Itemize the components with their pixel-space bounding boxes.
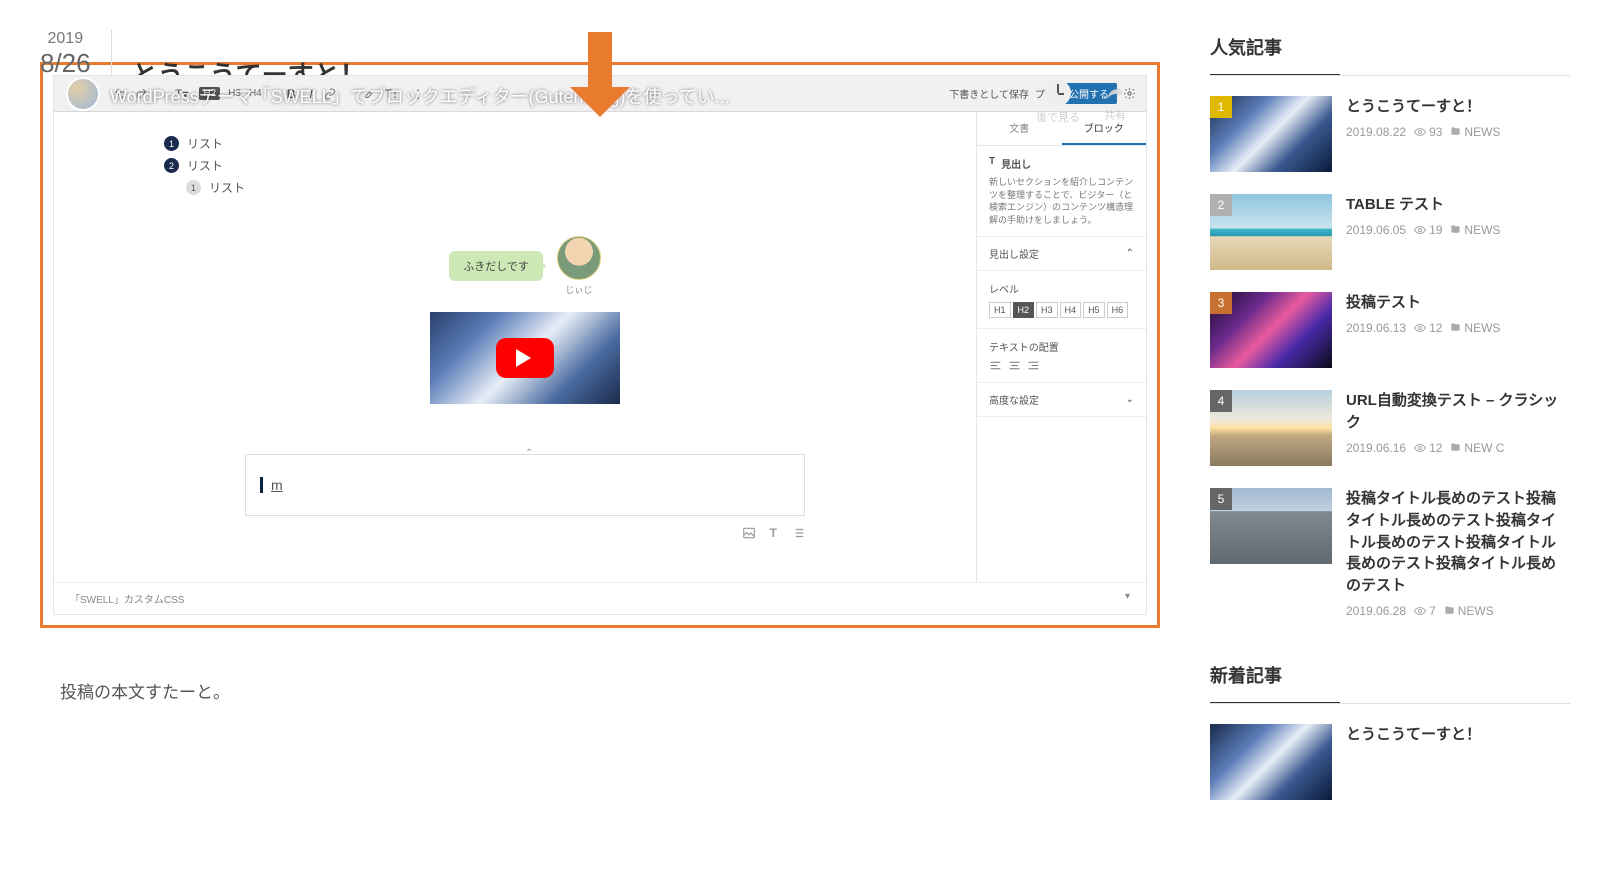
advanced-settings-row[interactable]: 高度な設定 ⌄ [977, 383, 1146, 417]
align-right-icon[interactable] [1027, 359, 1040, 372]
editor-screenshot[interactable]: WordPressテーマ「SWELL」でブロックエディター(Gutenberg)… [53, 75, 1147, 615]
level-h4[interactable]: H4 [1060, 302, 1082, 318]
heading-underline [1210, 702, 1340, 704]
rank-badge: 2 [1210, 194, 1232, 216]
ordered-list-block[interactable]: 1リスト 2リスト 1リスト [164, 135, 886, 196]
item-title: とうこうてーすと！ [1346, 724, 1560, 746]
text-icon[interactable]: T [770, 526, 777, 540]
rank-badge: 4 [1210, 390, 1232, 412]
item-date: 2019.06.05 [1346, 223, 1406, 237]
block-info-panel: T 見出し 新しいセクションを紹介しコンテンツを整理することで、ビジター（と検索… [977, 146, 1146, 237]
image-block[interactable] [164, 312, 886, 404]
block-inserter-tools: T [245, 526, 805, 540]
item-thumbnail [1210, 724, 1332, 800]
editor-sidebar: 文書 ブロック T 見出し 新しいセクションを紹介しコンテンツを整理することで、… [976, 112, 1146, 582]
item-views: 19 [1414, 223, 1442, 237]
level-panel: レベル H1 H2 H3 H4 H5 H6 [977, 271, 1146, 329]
popular-item[interactable]: 4 URL自動変換テスト – クラシック 2019.06.16 12 NEW C [1210, 390, 1560, 466]
item-thumbnail: 5 [1210, 488, 1332, 564]
youtube-play-icon[interactable] [496, 338, 554, 378]
rank-badge: 3 [1210, 292, 1232, 314]
item-thumbnail: 4 [1210, 390, 1332, 466]
item-info: 投稿タイトル長めのテスト投稿タイトル長めのテスト投稿タイトル長めのテスト投稿タイ… [1346, 488, 1560, 618]
recent-item[interactable]: とうこうてーすと！ [1210, 724, 1560, 800]
arrow-annotation [40, 74, 1160, 92]
heading-text-input[interactable]: m [260, 477, 790, 493]
item-title: 投稿タイトル長めのテスト投稿タイトル長めのテスト投稿タイトル長めのテスト投稿タイ… [1346, 488, 1560, 597]
align-left-icon[interactable] [989, 359, 1002, 372]
editor-canvas[interactable]: 1リスト 2リスト 1リスト ふきだしです じぃじ [54, 112, 976, 582]
speech-bubble: ふきだしです [449, 251, 543, 281]
chevron-up-icon: ⌃ [1126, 248, 1134, 259]
heading-underline [1210, 74, 1340, 76]
rank-badge: 1 [1210, 96, 1232, 118]
item-date: 2019.06.13 [1346, 321, 1406, 335]
item-info: URL自動変換テスト – クラシック 2019.06.16 12 NEW C [1346, 390, 1560, 466]
item-category[interactable]: NEWS [1450, 125, 1500, 139]
align-center-icon[interactable] [1008, 359, 1021, 372]
popular-section: 人気記事 1 とうこうてーすと！ 2019.08.22 93 NEWS 2 TABLE テス… [1210, 30, 1560, 618]
item-info: とうこうてーすと！ 2019.08.22 93 NEWS [1346, 96, 1560, 172]
popular-item[interactable]: 3 投稿テスト 2019.06.13 12 NEWS [1210, 292, 1560, 368]
heading-settings-row[interactable]: 見出し設定 ⌃ [977, 237, 1146, 271]
heading-input-block[interactable]: ⌃ m [245, 454, 805, 516]
tab-block[interactable]: ブロック [1062, 112, 1147, 145]
align-panel: テキストの配置 [977, 329, 1146, 383]
item-title: 投稿テスト [1346, 292, 1560, 314]
item-category[interactable]: NEWS [1450, 321, 1500, 335]
chevron-down-icon: ⌄ [1126, 394, 1134, 405]
level-h6[interactable]: H6 [1107, 302, 1129, 318]
item-title: とうこうてーすと！ [1346, 96, 1560, 118]
item-date: 2019.06.28 [1346, 604, 1406, 618]
level-h1[interactable]: H1 [989, 302, 1011, 318]
image-icon[interactable] [742, 526, 756, 540]
item-title: URL自動変換テスト – クラシック [1346, 390, 1560, 434]
speech-block[interactable]: ふきだしです じぃじ [164, 236, 886, 296]
recent-heading: 新着記事 [1210, 658, 1560, 692]
featured-embed-box: WordPressテーマ「SWELL」でブロックエディター(Gutenberg)… [40, 62, 1160, 628]
popular-item[interactable]: 1 とうこうてーすと！ 2019.08.22 93 NEWS [1210, 96, 1560, 172]
item-thumbnail: 1 [1210, 96, 1332, 172]
post-body-paragraph: 投稿の本文すたーと。 [60, 678, 1140, 703]
recent-section: 新着記事 とうこうてーすと！ [1210, 658, 1560, 800]
item-category[interactable]: NEW C [1450, 441, 1504, 455]
item-views: 7 [1414, 604, 1436, 618]
item-date: 2019.06.16 [1346, 441, 1406, 455]
popular-heading: 人気記事 [1210, 30, 1560, 64]
speech-avatar [557, 236, 601, 280]
item-info: 投稿テスト 2019.06.13 12 NEWS [1346, 292, 1560, 368]
item-thumbnail: 2 [1210, 194, 1332, 270]
thumbnail-image [1210, 724, 1332, 800]
item-info: とうこうてーすと！ [1346, 724, 1560, 800]
level-h5[interactable]: H5 [1083, 302, 1105, 318]
popular-item[interactable]: 2 TABLE テスト 2019.06.05 19 NEWS [1210, 194, 1560, 270]
item-category[interactable]: NEWS [1444, 604, 1494, 618]
level-h3[interactable]: H3 [1036, 302, 1058, 318]
item-date: 2019.08.22 [1346, 125, 1406, 139]
post-date-block: 2019 8/26 [40, 30, 112, 79]
list-icon[interactable] [791, 526, 805, 540]
post-date-year: 2019 [40, 30, 91, 48]
level-h2[interactable]: H2 [1013, 302, 1035, 318]
editor-footer: 「SWELL」カスタムCSS ▾ [54, 582, 1146, 614]
rank-badge: 5 [1210, 488, 1232, 510]
item-category[interactable]: NEWS [1450, 223, 1500, 237]
popular-item[interactable]: 5 投稿タイトル長めのテスト投稿タイトル長めのテスト投稿タイトル長めのテスト投稿タ… [1210, 488, 1560, 618]
item-info: TABLE テスト 2019.06.05 19 NEWS [1346, 194, 1560, 270]
item-views: 93 [1414, 125, 1442, 139]
caret-icon[interactable]: ▾ [1125, 591, 1130, 606]
item-views: 12 [1414, 441, 1442, 455]
block-handle-icon[interactable]: ⌃ [525, 448, 533, 459]
item-thumbnail: 3 [1210, 292, 1332, 368]
item-title: TABLE テスト [1346, 194, 1560, 216]
item-views: 12 [1414, 321, 1442, 335]
